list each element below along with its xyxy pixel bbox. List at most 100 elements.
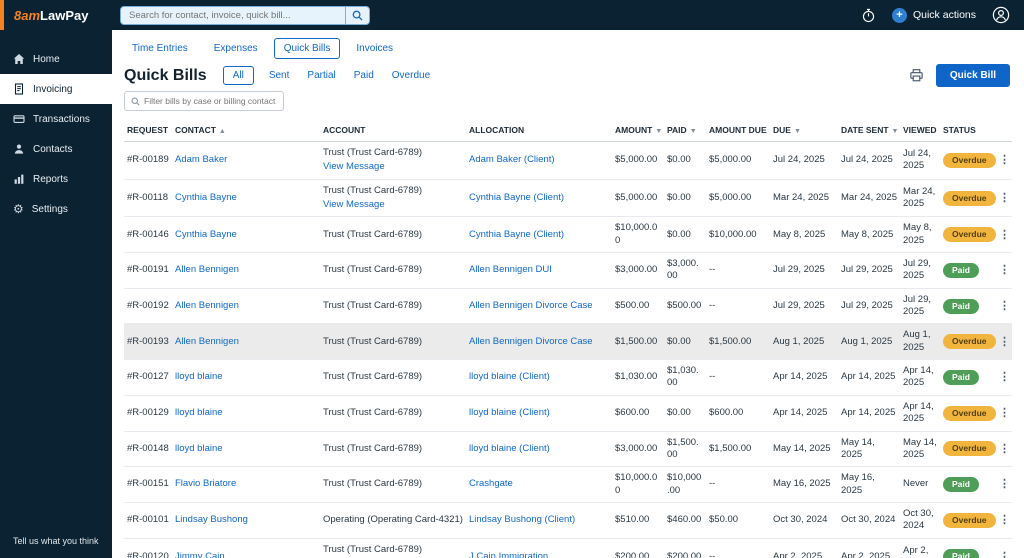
- quick-bill-button[interactable]: Quick Bill: [935, 64, 1010, 87]
- allocation-link[interactable]: lloyd blaine (Client): [469, 443, 550, 454]
- sidebar-item-label: Reports: [33, 173, 69, 185]
- filter-partial[interactable]: Partial: [304, 66, 338, 85]
- quick-actions-button[interactable]: + Quick actions: [891, 7, 976, 23]
- section-tabs: Time Entries Expenses Quick Bills Invoic…: [122, 38, 1024, 59]
- table-row[interactable]: #R-00118 Cynthia Bayne Trust (Trust Card-6…: [124, 179, 1012, 218]
- tab-expenses[interactable]: Expenses: [204, 38, 268, 59]
- table-row[interactable]: #R-00193 Allen Bennigen Trust (Trust Card-…: [124, 323, 1012, 361]
- table-row[interactable]: #R-00151 Flavio Briatore Trust (Trust Card…: [124, 466, 1012, 503]
- table-row[interactable]: #R-00191 Allen Bennigen Trust (Trust Card-…: [124, 252, 1012, 289]
- contact-link[interactable]: lloyd blaine: [175, 443, 223, 454]
- due-cell: Aug 1, 2025: [770, 323, 838, 361]
- allocation-link[interactable]: Lindsay Bushong (Client): [469, 514, 575, 525]
- allocation-link[interactable]: J Cain Immigration: [469, 551, 548, 558]
- column-header-contact[interactable]: CONTACT ▲: [172, 119, 320, 142]
- row-menu-button[interactable]: ⋮: [999, 371, 1010, 383]
- due-cell: Apr 2, 2025: [770, 538, 838, 558]
- viewed-cell: Mar 24, 2025: [900, 179, 940, 218]
- tab-time-entries[interactable]: Time Entries: [122, 38, 198, 59]
- table-row[interactable]: #R-00127 lloyd blaine Trust (Trust Card-67…: [124, 359, 1012, 396]
- status-badge: Overdue: [943, 190, 996, 206]
- row-menu-button[interactable]: ⋮: [999, 514, 1010, 526]
- contact-link[interactable]: Allen Bennigen: [175, 300, 239, 311]
- row-menu-button[interactable]: ⋮: [999, 478, 1010, 490]
- tab-quick-bills[interactable]: Quick Bills: [273, 38, 341, 59]
- contact-link[interactable]: Adam Baker: [175, 154, 227, 165]
- row-menu-button[interactable]: ⋮: [999, 300, 1010, 312]
- sidebar-item-settings[interactable]: ⚙ Settings: [0, 194, 112, 224]
- row-menu-button[interactable]: ⋮: [999, 229, 1010, 241]
- sidebar-item-invoicing[interactable]: Invoicing: [0, 74, 112, 104]
- feedback-link[interactable]: Tell us what you think: [13, 536, 99, 546]
- filter-all[interactable]: All: [222, 66, 254, 85]
- allocation-link[interactable]: Allen Bennigen Divorce Case: [469, 300, 593, 311]
- contact-link[interactable]: lloyd blaine: [175, 371, 223, 382]
- view-message-link[interactable]: View Message: [323, 199, 463, 211]
- row-menu-button[interactable]: ⋮: [999, 443, 1010, 455]
- viewed-cell: May 14, 2025: [900, 431, 940, 468]
- allocation-link[interactable]: Cynthia Bayne (Client): [469, 192, 564, 203]
- contact-link[interactable]: Allen Bennigen: [175, 336, 239, 347]
- sidebar-item-transactions[interactable]: Transactions: [0, 104, 112, 134]
- global-search[interactable]: [120, 5, 370, 25]
- table-row[interactable]: #R-00192 Allen Bennigen Trust (Trust Card-…: [124, 288, 1012, 325]
- amount-due-cell: $5,000.00: [706, 141, 770, 180]
- filter-sent[interactable]: Sent: [266, 66, 293, 85]
- row-menu-button[interactable]: ⋮: [999, 407, 1010, 419]
- paid-cell: $3,000.00: [664, 252, 706, 289]
- allocation-link[interactable]: Adam Baker (Client): [469, 154, 555, 165]
- contact-link[interactable]: Jimmy Cain: [175, 551, 225, 558]
- sidebar: Home Invoicing Transactions Contacts Rep…: [0, 30, 112, 558]
- column-header-menu: [996, 119, 1012, 142]
- row-menu-button[interactable]: ⋮: [999, 264, 1010, 276]
- allocation-link[interactable]: Allen Bennigen Divorce Case: [469, 336, 593, 347]
- print-button[interactable]: [909, 68, 924, 83]
- table-row[interactable]: #R-00148 lloyd blaine Trust (Trust Card-67…: [124, 431, 1012, 468]
- row-menu-button[interactable]: ⋮: [999, 336, 1010, 348]
- sidebar-item-contacts[interactable]: Contacts: [0, 134, 112, 164]
- contact-link[interactable]: Flavio Briatore: [175, 478, 236, 489]
- contact-link[interactable]: Allen Bennigen: [175, 264, 239, 275]
- allocation-link[interactable]: Crashgate: [469, 478, 513, 489]
- column-header-paid[interactable]: PAID ▼: [664, 119, 706, 142]
- column-header-date-sent[interactable]: DATE SENT ▼: [838, 119, 900, 142]
- table-row[interactable]: #R-00189 Adam Baker Trust (Trust Card-6789…: [124, 141, 1012, 180]
- account-menu-button[interactable]: [992, 6, 1010, 24]
- column-header-amount-due[interactable]: AMOUNT DUE▼: [706, 119, 770, 142]
- contact-link[interactable]: lloyd blaine: [175, 407, 223, 418]
- contact-link[interactable]: Cynthia Bayne: [175, 192, 237, 203]
- global-search-input[interactable]: [121, 6, 345, 24]
- allocation-link[interactable]: lloyd blaine (Client): [469, 407, 550, 418]
- row-menu-button[interactable]: ⋮: [999, 154, 1010, 166]
- table-row[interactable]: #R-00101 Lindsay Bushong Operating (Operat…: [124, 502, 1012, 539]
- column-header-request[interactable]: REQUEST▼: [124, 119, 172, 142]
- sidebar-item-home[interactable]: Home: [0, 44, 112, 74]
- table-row[interactable]: #R-00120 Jimmy Cain Trust (Trust Card-6789…: [124, 538, 1012, 558]
- table-filter[interactable]: [124, 91, 284, 111]
- account-cell: Trust (Trust Card-6789)View Message: [320, 141, 466, 180]
- table-filter-input[interactable]: [144, 96, 277, 106]
- row-menu-button[interactable]: ⋮: [999, 192, 1010, 204]
- allocation-link[interactable]: Allen Bennigen DUI: [469, 264, 552, 275]
- table-row[interactable]: #R-00129 lloyd blaine Trust (Trust Card-67…: [124, 395, 1012, 432]
- request-id: #R-00146: [124, 216, 172, 254]
- view-message-link[interactable]: View Message: [323, 161, 463, 173]
- column-header-amount[interactable]: AMOUNT ▼: [612, 119, 664, 142]
- amount-cell: $500.00: [612, 288, 664, 325]
- timer-button[interactable]: [861, 8, 876, 23]
- contact-link[interactable]: Lindsay Bushong: [175, 514, 248, 525]
- table-row[interactable]: #R-00146 Cynthia Bayne Trust (Trust Card-6…: [124, 216, 1012, 254]
- gear-icon: ⚙: [13, 202, 24, 216]
- allocation-link[interactable]: Cynthia Bayne (Client): [469, 229, 564, 240]
- viewed-cell: Apr 14, 2025: [900, 359, 940, 396]
- contact-link[interactable]: Cynthia Bayne: [175, 229, 237, 240]
- sidebar-item-reports[interactable]: Reports: [0, 164, 112, 194]
- column-header-due[interactable]: DUE ▼: [770, 119, 838, 142]
- search-button[interactable]: [345, 6, 369, 24]
- row-menu-button[interactable]: ⋮: [999, 551, 1010, 558]
- allocation-link[interactable]: lloyd blaine (Client): [469, 371, 550, 382]
- filter-overdue[interactable]: Overdue: [389, 66, 433, 85]
- search-icon: [352, 10, 363, 21]
- filter-paid[interactable]: Paid: [351, 66, 377, 85]
- tab-invoices[interactable]: Invoices: [346, 38, 403, 59]
